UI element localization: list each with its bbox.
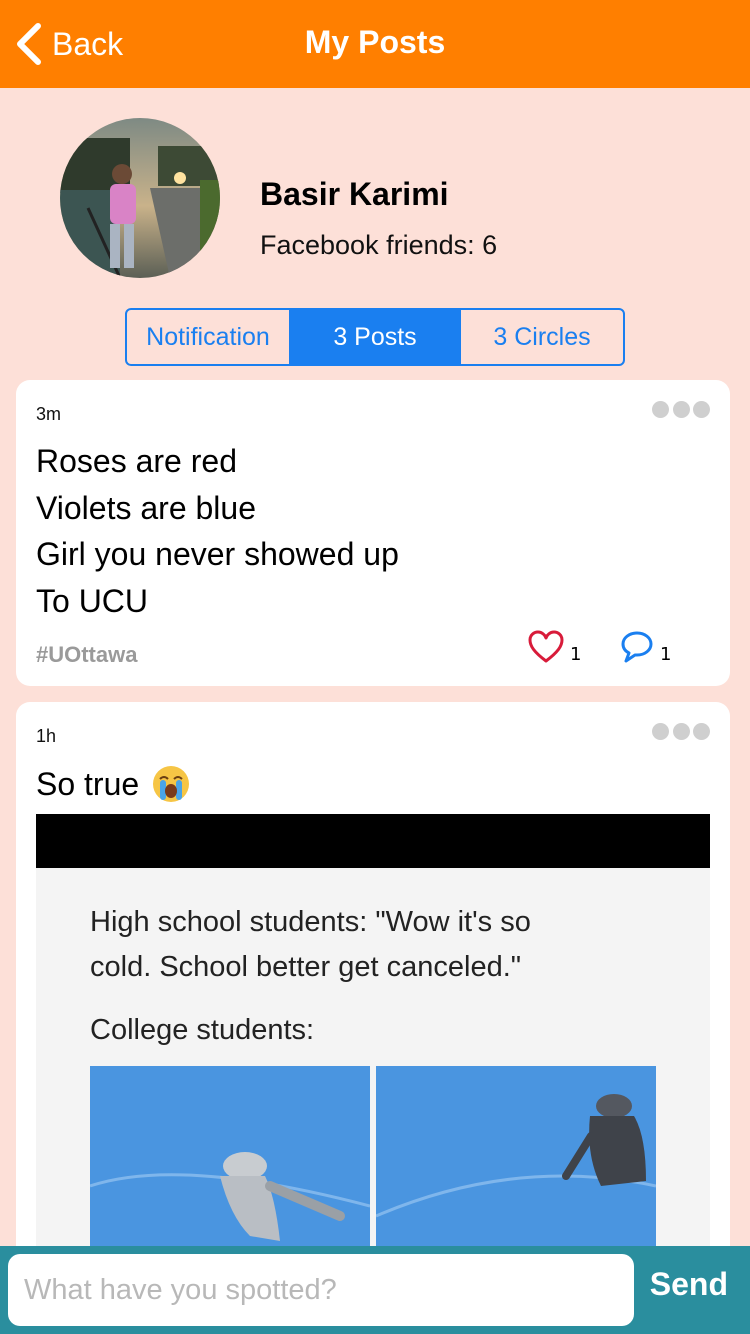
avatar (60, 118, 220, 278)
comment-count: 1 (660, 644, 672, 665)
post-line: To UCU (36, 582, 149, 619)
more-options-icon[interactable] (652, 723, 710, 741)
post-hashtag[interactable]: #UOttawa (36, 642, 137, 668)
compose-input[interactable] (8, 1254, 634, 1326)
post-line: Girl you never showed up (36, 536, 399, 572)
comment-icon[interactable] (620, 630, 654, 664)
post-line: Violets are blue (36, 489, 256, 526)
image-header-bar (36, 814, 710, 868)
post-card: 1h So true High school students: "Wow it… (16, 702, 730, 1262)
post-title: So true (36, 765, 140, 802)
tab-notification[interactable]: Notification (127, 310, 291, 364)
meme-caption: High school students: "Wow it's so cold.… (90, 900, 531, 990)
meme-line: High school students: "Wow it's so (90, 906, 531, 938)
compose-bar: Send (0, 1246, 750, 1334)
meme-caption: College students: (90, 1008, 314, 1053)
post-image[interactable]: High school students: "Wow it's so cold.… (36, 814, 710, 1262)
tab-posts[interactable]: 3 Posts (291, 310, 459, 364)
facebook-friends-count: Facebook friends: 6 (260, 230, 498, 260)
loudly-crying-face-icon (153, 766, 190, 802)
post-line: Roses are red (36, 443, 237, 479)
profile-tabs: Notification 3 Posts 3 Circles (125, 308, 625, 366)
post-time: 3m (36, 404, 62, 424)
post-text: Roses are red Violets are blue Girl you … (36, 438, 399, 624)
meme-photo-left (90, 1066, 370, 1262)
heart-icon[interactable] (528, 630, 564, 664)
meme-photo-right (376, 1066, 656, 1262)
navigation-bar: Back My Posts (0, 0, 750, 88)
meme-line: College students: (90, 1014, 315, 1046)
more-options-icon[interactable] (652, 401, 710, 419)
page-title: My Posts (304, 24, 446, 60)
send-button[interactable]: Send (650, 1266, 728, 1303)
meme-line: cold. School better get canceled." (90, 951, 522, 983)
profile-name: Basir Karimi (260, 176, 449, 212)
post-text: So true (36, 764, 191, 804)
like-count: 1 (570, 644, 582, 665)
post-time: 1h (36, 726, 57, 746)
tab-circles[interactable]: 3 Circles (459, 310, 623, 364)
post-card: 3m Roses are red Violets are blue Girl y… (16, 380, 730, 686)
